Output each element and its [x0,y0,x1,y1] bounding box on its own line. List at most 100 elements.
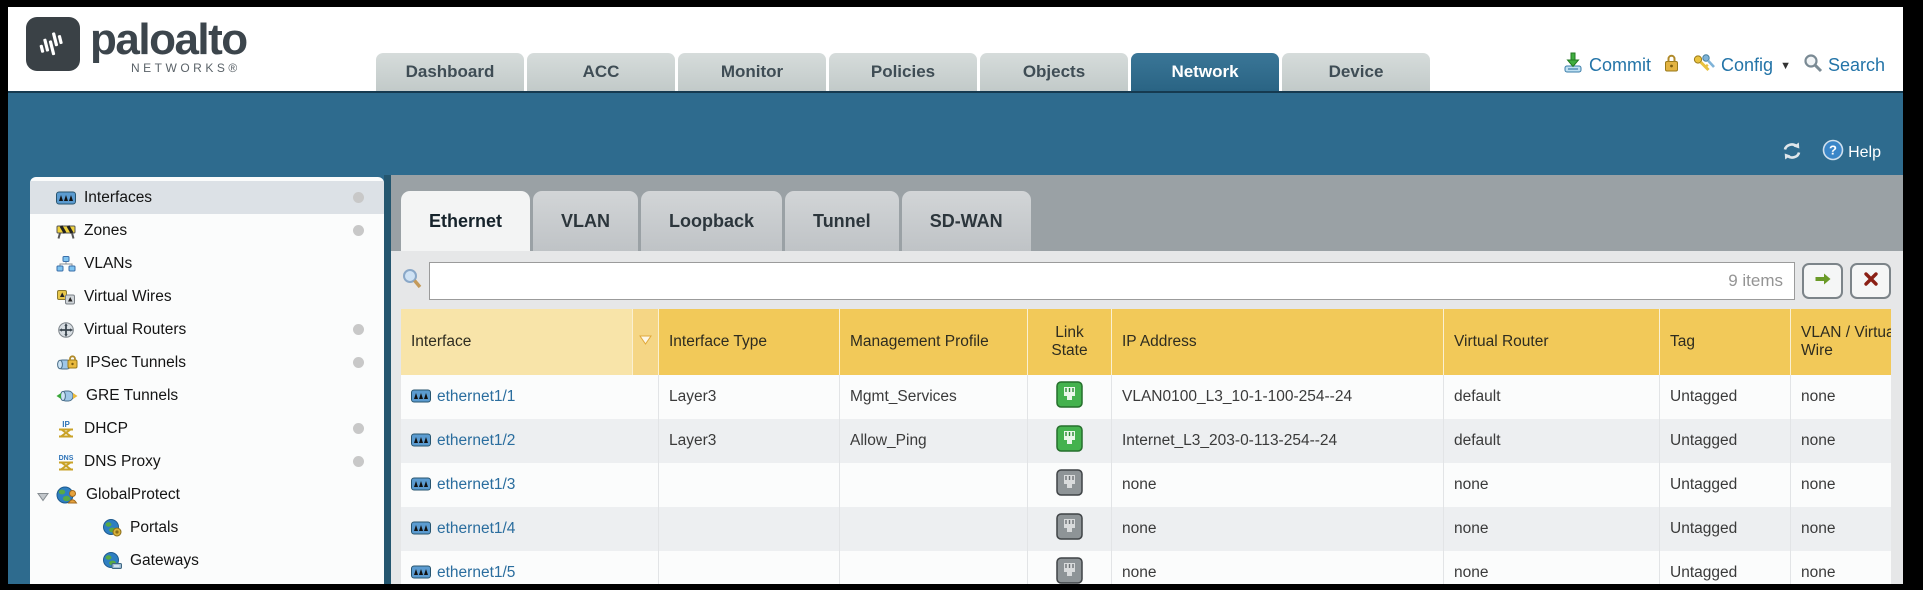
tab-network[interactable]: Network [1131,53,1279,91]
col-management-profile[interactable]: Management Profile [840,309,1028,375]
subtab-vlan[interactable]: VLAN [533,191,638,251]
sidebar-item-zones[interactable]: Zones [30,214,384,247]
table-row[interactable]: ethernet1/5nonenoneUntaggednone [401,551,1891,584]
sidebar-item-label: IPSec Tunnels [86,354,186,372]
tab-device[interactable]: Device [1282,53,1430,91]
refresh-icon[interactable] [1780,141,1804,166]
svg-text:IP: IP [62,420,70,429]
sidebar-item-globalprotect[interactable]: GlobalProtect [30,478,384,511]
apply-filter-button[interactable] [1802,263,1843,299]
cell-management-profile [840,463,1028,507]
search-button[interactable]: Search [1803,53,1885,78]
vlans-icon [56,256,76,272]
cell-link-state [1028,419,1112,463]
subtab-loopback[interactable]: Loopback [641,191,782,251]
globalprotect-icon [56,486,78,504]
ethernet-port-icon [411,433,431,447]
cell-management-profile: Allow_Ping [840,419,1028,463]
subtab-ethernet[interactable]: Ethernet [401,191,530,251]
svg-text:?: ? [1829,143,1837,158]
search-icon [1803,53,1823,73]
interface-link[interactable]: ethernet1/1 [437,388,515,405]
sidebar-item-gateways[interactable]: Gateways [30,544,384,577]
ethernet-port-icon [411,565,431,579]
help-button[interactable]: ? Help [1822,139,1881,166]
status-dot [353,324,364,335]
cell-interface-type: Layer3 [659,419,840,463]
interfaces-table-wrap: Interface Interface Type Management Prof… [401,309,1891,584]
paloalto-logo-icon [26,17,80,71]
status-dot [353,225,364,236]
tab-acc[interactable]: ACC [527,53,675,91]
config-menu-button[interactable]: Config ▼ [1692,53,1791,78]
col-vlan-virtual-wire[interactable]: VLAN / Virtual Wire [1791,309,1891,375]
col-interface-type[interactable]: Interface Type [659,309,840,375]
sort-arrow-icon [638,334,653,346]
tab-monitor[interactable]: Monitor [678,53,826,91]
col-link-state[interactable]: Link State [1028,309,1112,375]
sidebar-item-ipsec-tunnels[interactable]: IPSec Tunnels [30,346,384,379]
col-interface[interactable]: Interface [401,309,633,375]
table-row[interactable]: ethernet1/3nonenoneUntaggednone [401,463,1891,507]
commit-button[interactable]: Commit [1562,52,1651,79]
interface-link[interactable]: ethernet1/4 [437,520,515,537]
tab-objects[interactable]: Objects [980,53,1128,91]
cell-interface: ethernet1/1 [401,375,659,419]
status-dot [353,456,364,467]
cell-interface-type: Layer3 [659,375,840,419]
col-virtual-router[interactable]: Virtual Router [1444,309,1660,375]
filter-input[interactable] [429,262,1795,300]
brand-name: paloalto [90,17,247,63]
cell-vlan-wire: none [1791,551,1891,584]
sidebar-item-vlans[interactable]: VLANs [30,247,384,280]
sidebar-item-label: Zones [84,222,127,240]
col-tag[interactable]: Tag [1660,309,1791,375]
config-icon [1692,53,1716,73]
cell-vlan-wire: none [1791,375,1891,419]
interface-link[interactable]: ethernet1/5 [437,564,515,581]
interfaces-table: Interface Interface Type Management Prof… [401,309,1891,584]
main-area: Interfaces Zones VLANs Virtual Wires Virtual… [8,175,1903,584]
cell-ip-address: none [1112,507,1444,551]
sidebar-item-virtual-wires[interactable]: Virtual Wires [30,280,384,313]
col-ip-address[interactable]: IP Address [1112,309,1444,375]
interface-link[interactable]: ethernet1/2 [437,432,515,449]
cell-link-state [1028,463,1112,507]
cell-virtual-router: none [1444,463,1660,507]
virtual-routers-icon [56,322,76,338]
sidebar-splitter[interactable] [384,175,391,584]
status-dot [353,192,364,203]
sidebar-item-interfaces[interactable]: Interfaces [30,181,384,214]
clear-filter-button[interactable] [1850,263,1891,299]
table-row[interactable]: ethernet1/1Layer3Mgmt_ServicesVLAN0100_L… [401,375,1891,419]
subtab-tunnel[interactable]: Tunnel [785,191,899,251]
sort-dropdown[interactable] [633,309,659,375]
expander-icon[interactable] [37,489,49,507]
sidebar-item-dhcp[interactable]: IPDHCP [30,412,384,445]
lock-icon[interactable] [1663,53,1680,78]
sidebar-item-gre-tunnels[interactable]: GRE Tunnels [30,379,384,412]
cell-vlan-wire: none [1791,507,1891,551]
subtab-sd-wan[interactable]: SD-WAN [902,191,1031,251]
lock-icon [1663,53,1680,73]
gateways-icon [102,552,122,570]
interface-link[interactable]: ethernet1/3 [437,476,515,493]
sidebar-item-label: Interfaces [84,189,152,207]
tab-dashboard[interactable]: Dashboard [376,53,524,91]
link-state-down-icon [1056,513,1083,540]
cell-management-profile [840,507,1028,551]
status-dot [353,423,364,434]
table-row[interactable]: ethernet1/2Layer3Allow_PingInternet_L3_2… [401,419,1891,463]
tab-policies[interactable]: Policies [829,53,977,91]
cell-interface-type [659,507,840,551]
cell-virtual-router: default [1444,375,1660,419]
cell-virtual-router: default [1444,419,1660,463]
cell-interface: ethernet1/5 [401,551,659,584]
sidebar-item-dns-proxy[interactable]: DNSDNS Proxy [30,445,384,478]
table-row[interactable]: ethernet1/4nonenoneUntaggednone [401,507,1891,551]
sidebar-item-label: Virtual Wires [84,288,172,306]
dhcp-icon: IP [56,420,76,438]
cell-tag: Untagged [1660,419,1791,463]
sidebar-item-portals[interactable]: Portals [30,511,384,544]
sidebar-item-virtual-routers[interactable]: Virtual Routers [30,313,384,346]
